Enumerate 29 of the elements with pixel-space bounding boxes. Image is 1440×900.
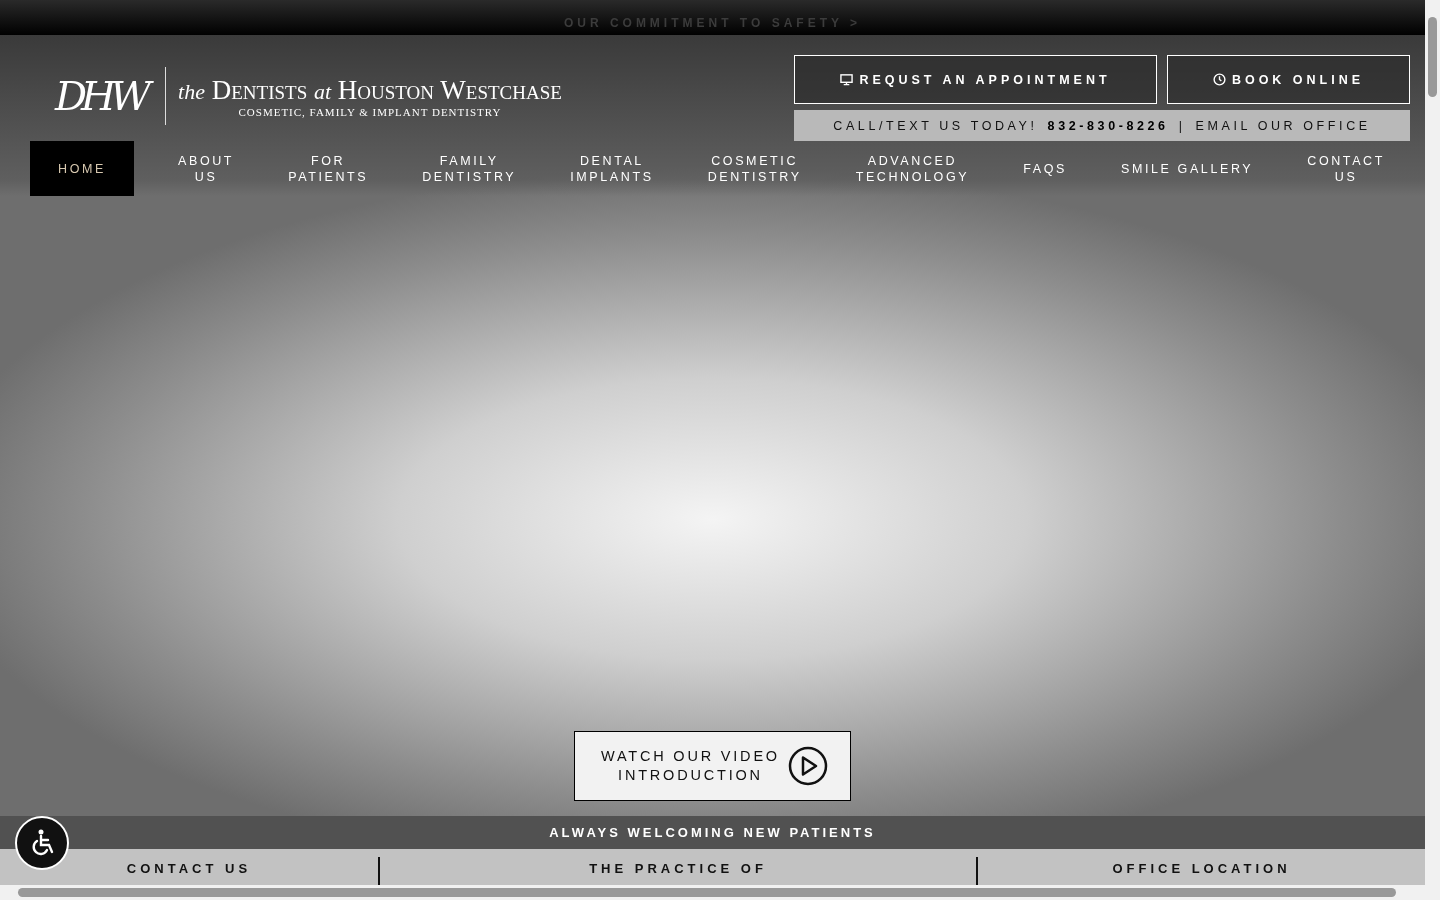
- logo-monogram[interactable]: DHW: [55, 73, 154, 119]
- book-online-button[interactable]: BOOK ONLINE: [1167, 55, 1410, 104]
- nav-item[interactable]: FOR PATIENTS: [278, 141, 379, 196]
- nav-item[interactable]: COSMETIC DENTISTRY: [697, 141, 812, 196]
- nav-item[interactable]: FAMILY DENTISTRY: [412, 141, 527, 196]
- call-text: CALL/TEXT US TODAY!: [833, 118, 1038, 133]
- practice-name[interactable]: the Dentists at Houston Westchase: [178, 74, 562, 106]
- separator: |: [1178, 118, 1186, 133]
- nav-item[interactable]: SMILE GALLERY: [1111, 141, 1264, 196]
- horizontal-scrollbar[interactable]: [0, 885, 1425, 900]
- monitor-icon: [840, 73, 854, 86]
- section-heading: THE PRACTICE OF: [589, 861, 767, 877]
- clock-icon: [1212, 73, 1226, 86]
- nav-item[interactable]: CONTACT US: [1297, 141, 1395, 196]
- phone-link[interactable]: 832-830-8226: [1047, 118, 1169, 133]
- nav-item[interactable]: ABOUT US: [168, 141, 245, 196]
- banner-text: ALWAYS WELCOMING NEW PATIENTS: [549, 825, 876, 840]
- video-button[interactable]: WATCH OUR VIDEO INTRODUCTION: [574, 731, 851, 801]
- tagline: COSMETIC, FAMILY & IMPLANT DENTISTRY: [238, 105, 502, 118]
- nav-item[interactable]: HOME: [30, 141, 134, 196]
- section-heading: CONTACT US: [126, 861, 252, 877]
- appointment-button[interactable]: REQUST AN APPOINTMENT: [794, 55, 1157, 104]
- nav-item[interactable]: ADVANCED TECHNOLOGY: [845, 141, 980, 196]
- nav-item[interactable]: FAQS: [1013, 141, 1077, 196]
- email-link[interactable]: EMAIL OUR OFFICE: [1195, 118, 1371, 133]
- vertical-scrollbar[interactable]: [1425, 0, 1440, 900]
- nav-item[interactable]: DENTAL IMPLANTS: [560, 141, 664, 196]
- play-icon: [788, 746, 828, 786]
- section-heading: OFFICE LOCATION: [1112, 861, 1291, 877]
